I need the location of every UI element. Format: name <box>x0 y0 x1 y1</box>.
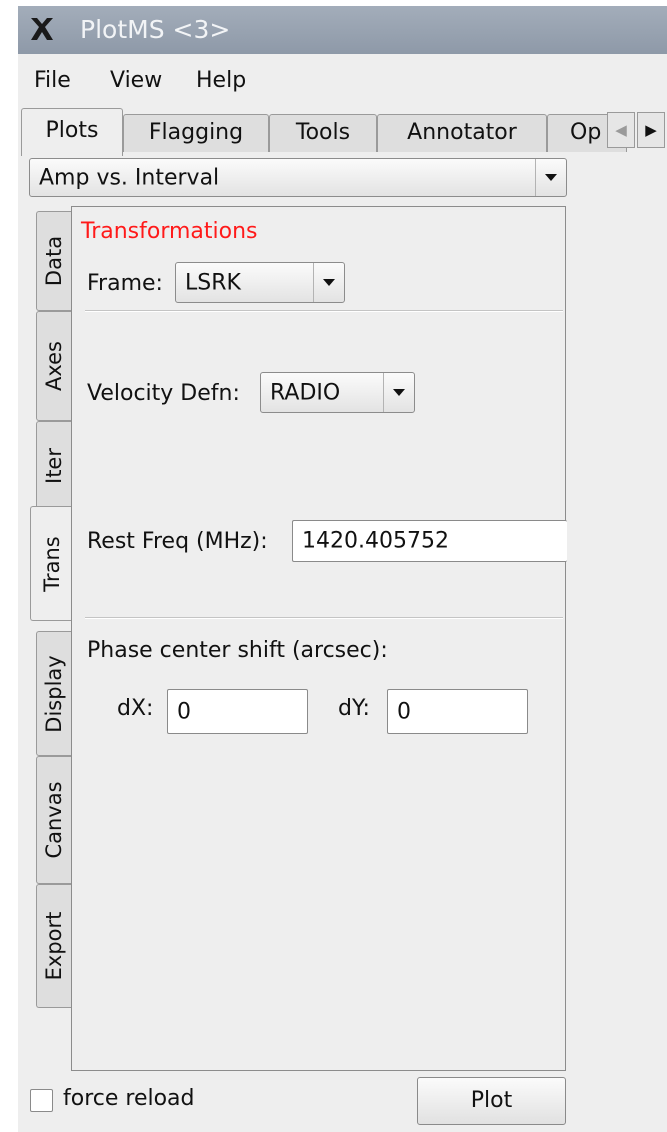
dx-input[interactable]: 0 <box>167 689 308 734</box>
chevron-right-icon: ▶ <box>645 121 657 139</box>
dx-value: 0 <box>177 699 191 724</box>
chevron-down-icon <box>383 373 414 412</box>
trans-panel: Transformations Frame: LSRK Velocity Def… <box>71 206 567 1071</box>
frame-value: LSRK <box>185 270 241 295</box>
plotms-window: PlotMS <3> File View Help Plots Flagging… <box>18 6 667 1132</box>
rest-freq-input[interactable]: 1420.405752 <box>292 520 567 562</box>
tab-scroll-left[interactable]: ◀ <box>607 112 635 148</box>
plotms-logo-icon <box>31 18 53 40</box>
frame-combo[interactable]: LSRK <box>175 262 345 303</box>
side-tab-display[interactable]: Display <box>36 631 71 756</box>
side-tab-axes[interactable]: Axes <box>36 311 71 421</box>
menu-help[interactable]: Help <box>196 68 246 93</box>
title-bar[interactable]: PlotMS <3> <box>18 6 667 54</box>
side-tab-trans[interactable]: Trans <box>30 506 72 621</box>
plot-button[interactable]: Plot <box>417 1077 566 1125</box>
menu-file[interactable]: File <box>34 68 71 93</box>
force-reload-label[interactable]: force reload <box>63 1086 195 1111</box>
rest-freq-value: 1420.405752 <box>302 528 449 554</box>
dy-input[interactable]: 0 <box>387 689 528 734</box>
dy-label: dY: <box>338 696 370 721</box>
tab-scroll-right[interactable]: ▶ <box>637 112 665 148</box>
dy-value: 0 <box>397 699 411 724</box>
velocity-defn-combo[interactable]: RADIO <box>260 372 415 413</box>
side-tab-export[interactable]: Export <box>36 884 71 1008</box>
chevron-down-icon <box>535 159 566 196</box>
tab-plots[interactable]: Plots <box>21 108 123 156</box>
plot-selector-combo[interactable]: Amp vs. Interval <box>29 158 567 197</box>
side-tab-iter[interactable]: Iter <box>36 421 71 511</box>
plot-selector-value: Amp vs. Interval <box>39 165 220 190</box>
phase-center-label: Phase center shift (arcsec): <box>87 638 388 663</box>
window-title: PlotMS <3> <box>80 15 231 44</box>
menu-view[interactable]: View <box>110 68 162 93</box>
chevron-down-icon <box>313 263 344 302</box>
dx-label: dX: <box>117 696 154 721</box>
main-tab-bar: Plots Flagging Tools Annotator Op ◀ ▶ <box>18 106 667 156</box>
rest-freq-label: Rest Freq (MHz): <box>87 529 268 554</box>
tab-flagging[interactable]: Flagging <box>123 114 269 152</box>
section-divider <box>85 310 563 312</box>
transformations-heading: Transformations <box>81 219 258 244</box>
velocity-defn-value: RADIO <box>270 380 341 405</box>
side-tab-data[interactable]: Data <box>36 211 71 311</box>
side-tab-canvas[interactable]: Canvas <box>36 756 71 884</box>
frame-label: Frame: <box>87 271 163 296</box>
tab-tools[interactable]: Tools <box>269 114 377 152</box>
section-divider <box>85 617 563 619</box>
tab-annotator[interactable]: Annotator <box>377 114 547 152</box>
velocity-defn-label: Velocity Defn: <box>87 381 240 406</box>
menu-bar: File View Help <box>18 54 667 104</box>
chevron-left-icon: ◀ <box>615 121 627 139</box>
force-reload-checkbox[interactable] <box>30 1089 53 1112</box>
